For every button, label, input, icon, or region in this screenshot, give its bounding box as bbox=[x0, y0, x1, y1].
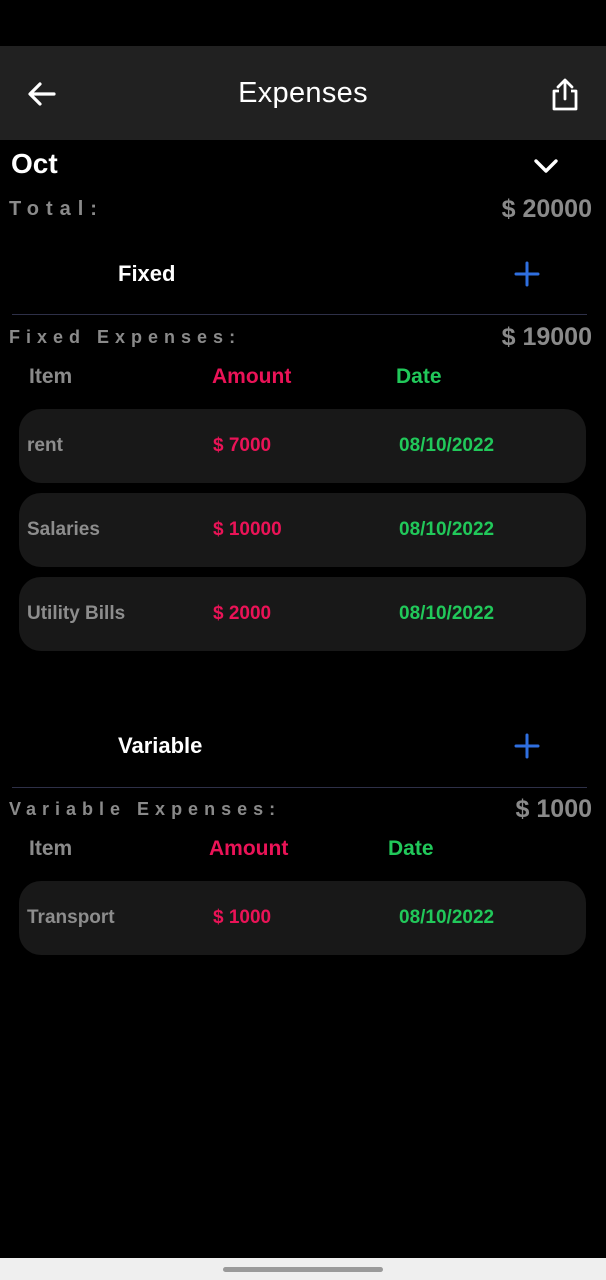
variable-divider bbox=[12, 787, 587, 788]
variable-header-date: Date bbox=[388, 837, 434, 860]
plus-icon bbox=[514, 733, 540, 759]
add-fixed-expense-button[interactable] bbox=[512, 259, 542, 289]
fixed-header-date: Date bbox=[396, 365, 442, 388]
expense-item: rent bbox=[27, 435, 63, 456]
variable-expenses-label: Variable Expenses: bbox=[9, 799, 282, 819]
variable-header-item: Item bbox=[29, 837, 73, 860]
expense-item: Utility Bills bbox=[27, 603, 126, 624]
expense-date: 08/10/2022 bbox=[399, 519, 495, 540]
fixed-expenses-value: $ 19000 bbox=[501, 323, 592, 351]
fixed-divider bbox=[12, 314, 587, 315]
home-gesture-handle[interactable] bbox=[223, 1267, 383, 1272]
fixed-expense-row[interactable]: Salaries $ 10000 08/10/2022 bbox=[19, 493, 586, 567]
variable-section-title: Variable bbox=[118, 733, 203, 758]
total-label: Total: bbox=[9, 198, 104, 220]
fixed-expense-row[interactable]: Utility Bills $ 2000 08/10/2022 bbox=[19, 577, 586, 651]
chevron-down-icon bbox=[534, 159, 558, 173]
share-icon bbox=[552, 78, 578, 111]
arrow-left-icon bbox=[28, 82, 56, 106]
total-value: $ 20000 bbox=[501, 195, 592, 223]
fixed-expense-row[interactable]: rent $ 7000 08/10/2022 bbox=[19, 409, 586, 483]
expense-date: 08/10/2022 bbox=[399, 435, 495, 456]
month-dropdown-toggle[interactable] bbox=[530, 153, 562, 179]
status-bar bbox=[0, 0, 606, 46]
expense-amount: $ 2000 bbox=[213, 603, 272, 624]
fixed-header-item: Item bbox=[29, 365, 73, 388]
variable-expenses-value: $ 1000 bbox=[515, 795, 592, 823]
page-title: Expenses bbox=[238, 76, 368, 109]
expense-amount: $ 1000 bbox=[213, 907, 272, 928]
month-selector-label[interactable]: Oct bbox=[11, 148, 58, 180]
fixed-header-amount: Amount bbox=[212, 365, 292, 388]
fixed-expenses-label: Fixed Expenses: bbox=[9, 327, 242, 347]
expense-item: Salaries bbox=[27, 519, 100, 540]
app-bar: Expenses bbox=[0, 46, 606, 140]
fixed-section-title: Fixed bbox=[118, 261, 176, 286]
plus-icon bbox=[514, 261, 540, 287]
expense-item: Transport bbox=[27, 907, 115, 928]
variable-expense-row[interactable]: Transport $ 1000 08/10/2022 bbox=[19, 881, 586, 955]
back-button[interactable] bbox=[24, 79, 58, 109]
expense-amount: $ 10000 bbox=[213, 519, 282, 540]
expense-amount: $ 7000 bbox=[213, 435, 272, 456]
variable-header-amount: Amount bbox=[209, 837, 289, 860]
expense-date: 08/10/2022 bbox=[399, 603, 495, 624]
expense-date: 08/10/2022 bbox=[399, 907, 495, 928]
system-navigation-bar bbox=[0, 1258, 606, 1280]
share-button[interactable] bbox=[548, 76, 582, 112]
add-variable-expense-button[interactable] bbox=[512, 731, 542, 761]
